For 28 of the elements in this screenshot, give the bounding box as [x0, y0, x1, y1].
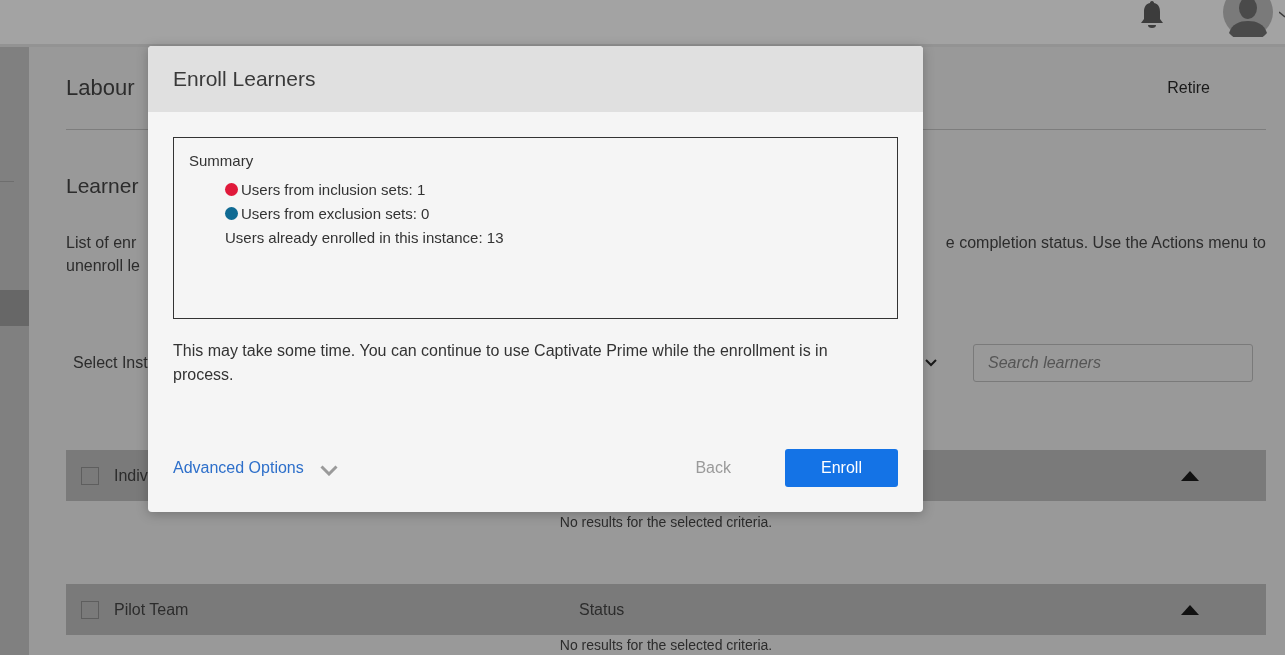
summary-text: Users from exclusion sets: 0: [241, 204, 430, 222]
column-header: Status: [579, 600, 625, 619]
description-text: unenroll le: [66, 257, 140, 275]
group-name: Indiv: [114, 466, 148, 485]
enroll-button[interactable]: Enroll: [785, 449, 898, 487]
search-field[interactable]: Search learners: [973, 344, 1253, 382]
sort-up-icon[interactable]: [1181, 470, 1199, 481]
checkbox[interactable]: [81, 600, 99, 619]
bell-icon[interactable]: [1139, 0, 1165, 30]
note-text: This may take some time. You can continue to use Captivate Prime while the enrollment is in process.: [173, 341, 829, 385]
avatar-icon[interactable]: [1223, 0, 1273, 37]
description-text: List of enr: [66, 234, 138, 252]
summary-heading: Summary: [189, 152, 255, 169]
instance-select-label: Select Inst: [73, 354, 148, 372]
group-name: Pilot Team: [114, 600, 189, 619]
dialog-title: Enroll Learners: [173, 67, 316, 91]
description-text: e completion status. Use the Actions menu to: [945, 234, 1266, 252]
sort-up-icon[interactable]: [1181, 604, 1199, 615]
summary-text: Users from inclusion sets: 1: [241, 180, 426, 198]
checkbox[interactable]: [81, 466, 99, 485]
empty-message: No results for the selected criteria.: [558, 638, 774, 653]
retire-link[interactable]: Retire: [1167, 79, 1210, 97]
page-title: Labour: [66, 75, 135, 101]
chevron-down-icon[interactable]: [925, 359, 937, 367]
section-title: Learner: [66, 174, 139, 198]
summary-text: Users already enrolled in this instance: 13: [225, 228, 504, 246]
advanced-options-link[interactable]: Advanced Options: [173, 459, 304, 477]
empty-message: No results for the selected criteria.: [558, 515, 774, 530]
